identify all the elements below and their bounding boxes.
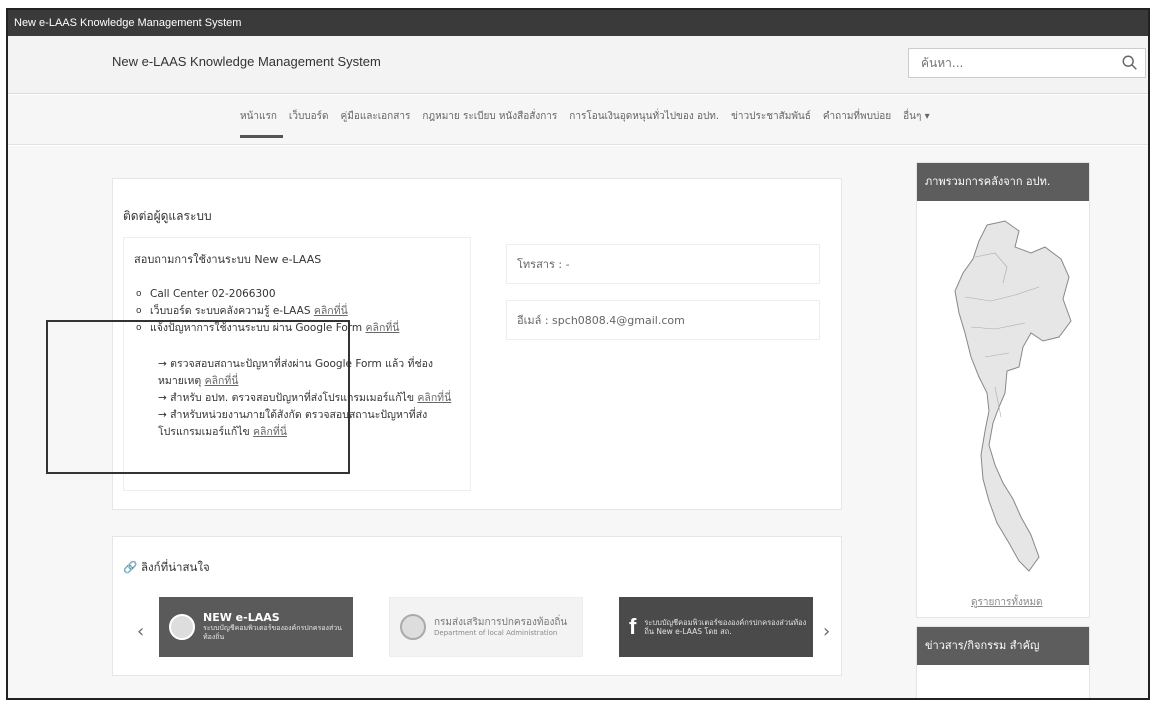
finance-overview-title: ภาพรวมการคลังจาก อปท. [917, 163, 1089, 201]
link-icon: 🔗 [123, 560, 138, 574]
thailand-map-icon[interactable] [935, 217, 1075, 577]
nav-item[interactable]: คู่มือและเอกสาร [341, 109, 411, 124]
contact-item-text: เว็บบอร์ด ระบบคลังความรู้ e-LAAS [150, 305, 314, 317]
map-view-all-link[interactable]: ดูรายการทั้งหมด [971, 595, 1043, 610]
contact-list-item: เว็บบอร์ด ระบบคลังความรู้ e-LAAS คลิกที่… [134, 303, 454, 320]
click-here-link[interactable]: คลิกที่นี่ [205, 375, 239, 387]
search-icon[interactable] [1121, 54, 1139, 72]
click-here-link[interactable]: คลิกที่นี่ [314, 305, 348, 317]
news-card: ข่าวสาร/กิจกรรม สำคัญ [916, 626, 1090, 698]
nav-items: หน้าแรก เว็บบอร์ด คู่มือและเอกสาร กฎหมาย ระ… [240, 109, 930, 138]
window-titlebar: New e-LAAS Knowledge Management System [8, 10, 1148, 36]
site-brand[interactable]: New e-LAAS Knowledge Management System [112, 54, 381, 69]
click-here-link[interactable]: คลิกที่นี่ [253, 426, 287, 438]
nav-item[interactable]: ข่าวประชาสัมพันธ์ [731, 109, 811, 124]
nav-item[interactable]: คำถามที่พบบ่อย [823, 109, 891, 124]
banner-caption: Department of local Administration [434, 628, 558, 637]
contact-list-item: Call Center 02-2066300 [134, 286, 454, 303]
nav-item[interactable]: การโอนเงินอุดหนุนทั่วไปของ อปท. [569, 109, 719, 124]
facebook-icon: f [629, 614, 637, 639]
site-header: New e-LAAS Knowledge Management System [8, 36, 1148, 94]
click-here-link[interactable]: คลิกที่นี่ [366, 322, 400, 334]
contact-sublines: → ตรวจสอบสถานะปัญหาที่ส่งผ่าน Google For… [158, 356, 458, 441]
subline-text: → สำหรับ อปท. ตรวจสอบปัญหาที่ส่งโปรแกรมเ… [158, 392, 418, 404]
links-title-text: ลิงก์ที่น่าสนใจ [140, 560, 210, 574]
elaas-logo-icon [169, 614, 195, 640]
banner-title: กรมส่งเสริมการปกครองท้องถิ่น [434, 616, 568, 628]
banner-caption: ระบบบัญชีคอมพิวเตอร์ขององค์กรปกครองส่วนท… [203, 624, 342, 641]
contact-subline: → สำหรับ อปท. ตรวจสอบปัญหาที่ส่งโปรแกรมเ… [158, 390, 458, 407]
carousel-next-button[interactable]: › [823, 621, 830, 642]
banner-new-elaas[interactable]: NEW e-LAAS ระบบบัญชีคอมพิวเตอร์ขององค์กร… [159, 597, 353, 657]
contact-title: ติดต่อผู้ดูแลระบบ [123, 209, 212, 223]
nav-item[interactable]: กฎหมาย ระเบียบ หนังสือสั่งการ [422, 109, 557, 124]
nav-item[interactable]: อื่นๆ ▾ [903, 109, 929, 124]
news-title: ข่าวสาร/กิจกรรม สำคัญ [917, 627, 1089, 665]
email-field: อีเมล์ : spch0808.4@gmail.com [506, 300, 820, 340]
banner-facebook[interactable]: f ระบบบัญชีคอมพิวเตอร์ขององค์กรปกครองส่ว… [619, 597, 813, 657]
phone-field: โทรสาร : - [506, 244, 820, 284]
finance-overview-card: ภาพรวมการคลังจาก อปท. ดูรายการทั้งหมด [916, 162, 1090, 618]
banner-title: NEW e-LAAS [203, 611, 280, 624]
main-nav: หน้าแรก เว็บบอร์ด คู่มือและเอกสาร กฎหมาย ระ… [8, 95, 1148, 145]
click-here-link[interactable]: คลิกที่นี่ [417, 392, 451, 404]
nav-item[interactable]: หน้าแรก [240, 109, 283, 138]
browser-frame: New e-LAAS Knowledge Management System N… [6, 8, 1150, 700]
nav-item[interactable]: เว็บบอร์ด [289, 109, 329, 124]
contact-subtitle: สอบถามการใช้งานระบบ New e-LAAS [134, 253, 322, 266]
links-card: 🔗 ลิงก์ที่น่าสนใจ ‹ NEW e-LAAS ระบบบัญชี… [112, 536, 842, 676]
banner-dla[interactable]: กรมส่งเสริมการปกครองท้องถิ่น Department … [389, 597, 583, 657]
contact-subline: → ตรวจสอบสถานะปัญหาที่ส่งผ่าน Google For… [158, 356, 458, 390]
search-input[interactable] [909, 49, 1109, 77]
dla-logo-icon [400, 614, 426, 640]
banner-caption: ระบบบัญชีคอมพิวเตอร์ขององค์กรปกครองส่วนท… [644, 618, 807, 636]
links-title: 🔗 ลิงก์ที่น่าสนใจ [123, 559, 210, 577]
contact-item-text: Call Center 02-2066300 [150, 288, 276, 300]
subline-text: → สำหรับหน่วยงานภายใต้สังกัด ตรวจสอบสถาน… [158, 409, 428, 438]
subline-text: → ตรวจสอบสถานะปัญหาที่ส่งผ่าน Google For… [158, 358, 434, 387]
window-title: New e-LAAS Knowledge Management System [14, 17, 242, 29]
carousel-prev-button[interactable]: ‹ [137, 621, 144, 642]
contact-subline: → สำหรับหน่วยงานภายใต้สังกัด ตรวจสอบสถาน… [158, 407, 458, 441]
search-box[interactable] [908, 48, 1146, 78]
